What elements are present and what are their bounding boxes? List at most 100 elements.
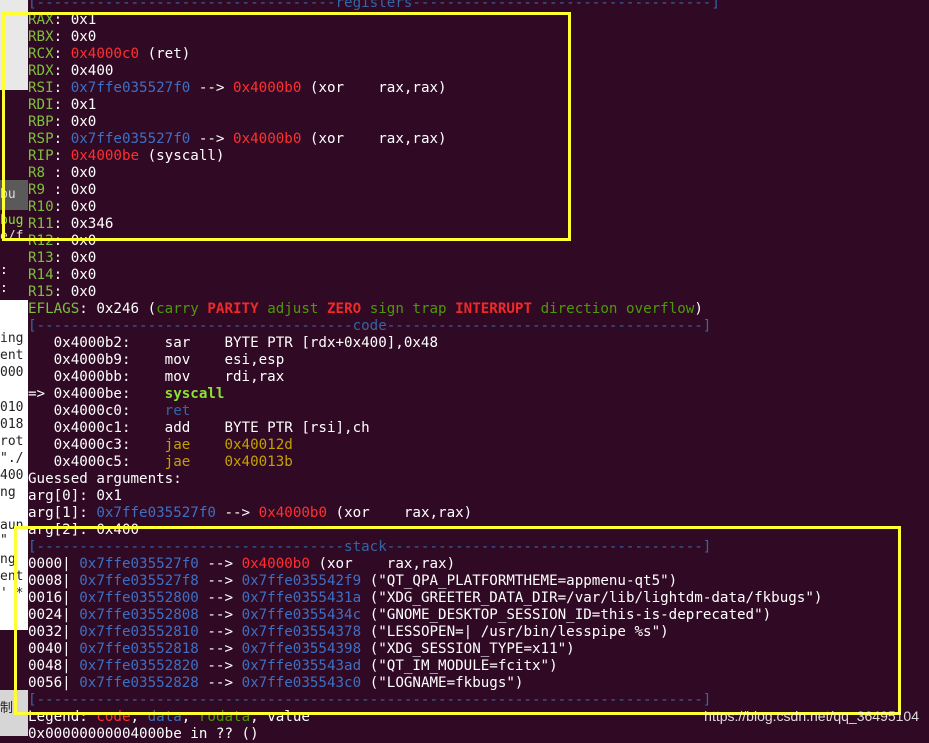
register-value: 0x400 [70, 63, 114, 79]
instruction-pointer-marker [28, 420, 54, 436]
stack-description: ("LOGNAME=fkbugs") [361, 675, 524, 691]
background-window-text: " [0, 533, 8, 548]
stack-address: 0x7ffe03552800 [79, 590, 199, 606]
register-name: R11 [28, 216, 54, 232]
watermark: https://blog.csdn.net/qq_36495104 [704, 708, 919, 724]
instruction-pointer-marker [28, 454, 54, 470]
code-line: 0x4000c3: jae 0x40012d [28, 437, 293, 454]
stack-offset: 0040| [28, 641, 80, 657]
register-value: 0x4000b0 [233, 131, 302, 147]
instruction-mnemonic: jae [164, 437, 225, 453]
stack-offset: 0056| [28, 675, 80, 691]
instruction-address: 0x4000c0: [53, 403, 131, 419]
instruction-pointer-marker [28, 335, 54, 351]
argument-part: 0x4000b0 [258, 505, 327, 521]
register-line: R13: 0x0 [28, 250, 96, 267]
guessed-args-title: Guessed arguments: [28, 471, 182, 487]
stack-row: 0056| 0x7ffe03552828 --> 0x7ffe035543c0 … [28, 675, 523, 692]
instruction-pointer-marker [28, 369, 54, 385]
register-name: R15 [28, 284, 54, 300]
code-line: 0x4000bb: mov rdi,rax [28, 369, 285, 386]
stack-address: 0x7ffe03552810 [79, 624, 199, 640]
stack-row: 0000| 0x7ffe035527f0 --> 0x4000b0 (xor r… [28, 556, 455, 573]
register-value: 0x7ffe035527f0 [70, 131, 191, 147]
register-value: 0x0 [70, 284, 97, 300]
code-header: [-------------------------------------co… [28, 318, 711, 335]
background-window-text: ent [0, 348, 24, 363]
background-window-text: "./ [0, 451, 24, 466]
stack-target: 0x4000b0 [241, 556, 310, 572]
registers-header: [-----------------------------------regi… [28, 0, 720, 12]
background-window-text: 000 [0, 365, 24, 380]
register-value: 0x0 [70, 114, 97, 130]
register-line: RIP: 0x4000be (syscall) [28, 148, 224, 165]
eflag-trap: trap [412, 301, 447, 317]
register-value: : [53, 97, 71, 113]
register-value: : [53, 131, 71, 147]
register-name: RDI [28, 97, 54, 113]
stack-row: 0016| 0x7ffe03552800 --> 0x7ffe0355431a … [28, 590, 822, 607]
stack-target: 0x7ffe0355434c [241, 607, 362, 623]
register-value: : [53, 233, 71, 249]
register-line: R9 : 0x0 [28, 182, 96, 199]
register-line: R11: 0x346 [28, 216, 113, 233]
instruction-address: 0x4000c1: [53, 420, 131, 436]
instruction-address: 0x4000be: [53, 386, 131, 402]
register-value: 0x4000be [70, 148, 140, 164]
eflag-direction: direction [540, 301, 618, 317]
gdb-terminal[interactable]: [-----------------------------------regi… [0, 0, 929, 742]
argument-part: arg[2]: 0x400 [28, 522, 140, 538]
argument-part: 0x7ffe035527f0 [96, 505, 216, 521]
stack-arrow: --> [198, 624, 242, 640]
stack-header: [------------------------------------sta… [28, 539, 711, 556]
register-line: R14: 0x0 [28, 267, 96, 284]
register-value: 0x7ffe035527f0 [70, 80, 191, 96]
stack-description: ("XDG_GREETER_DATA_DIR=/var/lib/lightdm-… [361, 590, 823, 606]
argument-part: arg[0]: 0x1 [28, 488, 122, 504]
stack-offset: 0024| [28, 607, 80, 623]
register-value: 0x0 [70, 165, 97, 181]
code-line: 0x4000c1: add BYTE PTR [rsi],ch [28, 420, 370, 437]
register-value: 0x0 [70, 29, 97, 45]
register-value: : [53, 199, 71, 215]
status-line: 0x00000000004000be in ?? () [28, 726, 259, 742]
instruction-mnemonic: mov [164, 369, 225, 385]
register-name: R8 [28, 165, 54, 181]
guessed-args-title: Guessed arguments: [28, 471, 182, 488]
register-value: 0x0 [70, 250, 97, 266]
register-name: RBP [28, 114, 54, 130]
stack-description: ("QT_QPA_PLATFORMTHEME=appmenu-qt5") [361, 573, 678, 589]
register-line: RSI: 0x7ffe035527f0 --> 0x4000b0 (xor ra… [28, 80, 447, 97]
instruction-pointer-marker: => [28, 386, 54, 402]
background-window-text: 制 [0, 701, 14, 716]
footer-rule: [---------------------------------------… [28, 692, 711, 709]
stack-address: 0x7ffe035527f0 [79, 556, 199, 572]
section-header: [------------------------------------sta… [28, 539, 712, 555]
eflag-interrupt: INTERRUPT [455, 301, 533, 317]
legend-sep: , [181, 709, 199, 725]
stack-row: 0024| 0x7ffe03552808 --> 0x7ffe0355434c … [28, 607, 771, 624]
code-line: 0x4000b2: sar BYTE PTR [rdx+0x400],0x48 [28, 335, 438, 352]
stack-target: 0x7ffe03554378 [241, 624, 362, 640]
register-line: R12: 0x0 [28, 233, 96, 250]
stack-offset: 0000| [28, 556, 80, 572]
argument-part: arg[1]: [28, 505, 97, 521]
register-value: 0x4000c0 [70, 46, 140, 62]
stack-address: 0x7ffe03552828 [79, 675, 199, 691]
background-window-text: bug [0, 213, 24, 228]
register-value: : [53, 182, 71, 198]
stack-arrow: --> [198, 607, 242, 623]
register-name: RDX [28, 63, 54, 79]
instruction-mnemonic: sar [164, 335, 225, 351]
stack-target: 0x7ffe03554398 [241, 641, 362, 657]
register-line: RAX: 0x1 [28, 12, 96, 29]
stack-description: ("XDG_SESSION_TYPE=x11") [361, 641, 575, 657]
instruction-address: 0x4000c3: [53, 437, 131, 453]
register-name: R13 [28, 250, 54, 266]
register-value: 0x1 [70, 97, 97, 113]
stack-arrow: --> [198, 590, 242, 606]
section-header: [-------------------------------------co… [28, 318, 712, 334]
